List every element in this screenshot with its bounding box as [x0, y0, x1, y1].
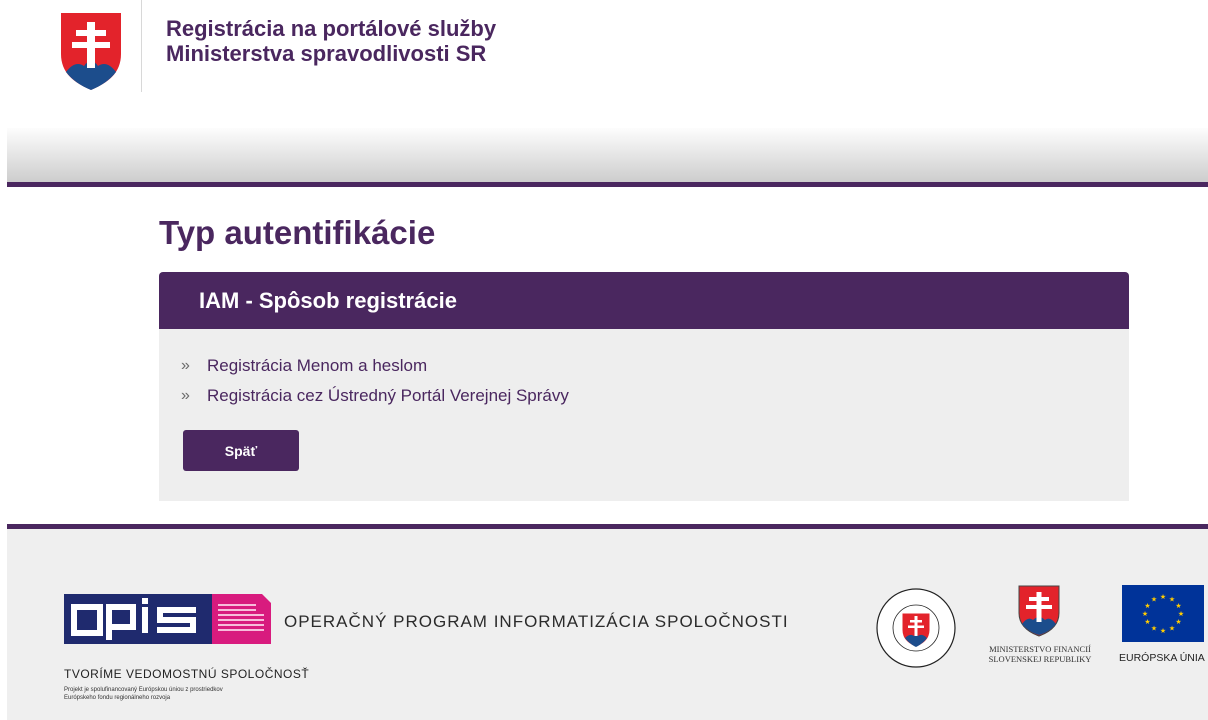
european-union-logo[interactable]: ★ ★ ★ ★ ★ ★ ★ ★ ★ ★ ★ ★ EURÓPSKA ÚNIA — [1114, 585, 1208, 671]
ministry-of-finance-text: MINISTERSTVO FINANCIÍ SLOVENSKEJ REPUBLI… — [975, 644, 1105, 664]
double-chevron-right-icon: » — [181, 387, 190, 404]
panel-header: IAM - Spôsob registrácie — [159, 272, 1129, 329]
list-item: » Registrácia cez Ústredný Portál Verejn… — [181, 381, 569, 411]
site-title-line-2: Ministerstva spravodlivosti SR — [166, 41, 487, 66]
svg-text:★: ★ — [1178, 610, 1184, 618]
svg-text:★: ★ — [1142, 610, 1148, 618]
svg-text:★: ★ — [1144, 602, 1150, 610]
cofinance-line-1: Projekt je spolufinancovaný Európskou ún… — [64, 687, 223, 693]
list-item: » Registrácia Menom a heslom — [181, 351, 569, 381]
government-office-seal-icon[interactable] — [870, 587, 962, 669]
double-chevron-right-icon: » — [181, 357, 190, 374]
cofinance-note: Projekt je spolufinancovaný Európskou ún… — [64, 686, 294, 702]
site-title-line-1: Registrácia na portálové služby — [166, 16, 497, 41]
eu-flag-icon: ★ ★ ★ ★ ★ ★ ★ ★ ★ ★ ★ ★ — [1122, 585, 1204, 642]
slovak-coat-of-arms-icon — [1018, 585, 1060, 637]
eu-label: EURÓPSKA ÚNIA — [1119, 652, 1205, 664]
svg-text:★: ★ — [1160, 593, 1166, 601]
svg-text:★: ★ — [1160, 627, 1166, 635]
registration-panel: IAM - Spôsob registrácie » Registrácia M… — [159, 272, 1129, 501]
page-title: Typ autentifikácie — [159, 214, 436, 251]
svg-text:★: ★ — [1175, 602, 1181, 610]
opis-program-title: OPERAČNÝ PROGRAM INFORMATIZÁCIA SPOLOČNO… — [284, 612, 789, 631]
opis-logo[interactable] — [64, 594, 271, 644]
svg-text:★: ★ — [1151, 596, 1157, 604]
svg-text:★: ★ — [1144, 618, 1150, 626]
minfin-line-2: SLOVENSKEJ REPUBLIKY — [988, 654, 1092, 664]
opis-tagline: TVORÍME VEDOMOSTNÚ SPOLOČNOSŤ — [64, 667, 310, 681]
header-divider — [141, 0, 142, 92]
ministry-of-finance-logo[interactable]: MINISTERSTVO FINANCIÍ SLOVENSKEJ REPUBLI… — [975, 585, 1105, 671]
site-header: Registrácia na portálové služby Minister… — [0, 0, 1208, 128]
register-upvs-link[interactable]: Registrácia cez Ústredný Portál Verejnej… — [207, 386, 569, 406]
registration-options-list: » Registrácia Menom a heslom » Registrác… — [181, 351, 569, 411]
slovak-coat-of-arms-icon[interactable] — [58, 10, 124, 92]
site-title: Registrácia na portálové služby Minister… — [166, 16, 496, 66]
svg-text:★: ★ — [1151, 625, 1157, 633]
cofinance-line-2: Európskeho fondu regionálneho rozvoja — [64, 695, 171, 701]
back-button[interactable]: Späť — [183, 430, 299, 471]
svg-text:★: ★ — [1169, 625, 1175, 633]
navigation-bar — [7, 128, 1208, 187]
site-footer: OPERAČNÝ PROGRAM INFORMATIZÁCIA SPOLOČNO… — [7, 524, 1208, 720]
svg-text:★: ★ — [1169, 596, 1175, 604]
panel-title: IAM - Spôsob registrácie — [199, 287, 457, 313]
minfin-line-1: MINISTERSTVO FINANCIÍ — [989, 644, 1091, 654]
svg-text:★: ★ — [1175, 618, 1181, 626]
register-username-password-link[interactable]: Registrácia Menom a heslom — [207, 356, 427, 376]
